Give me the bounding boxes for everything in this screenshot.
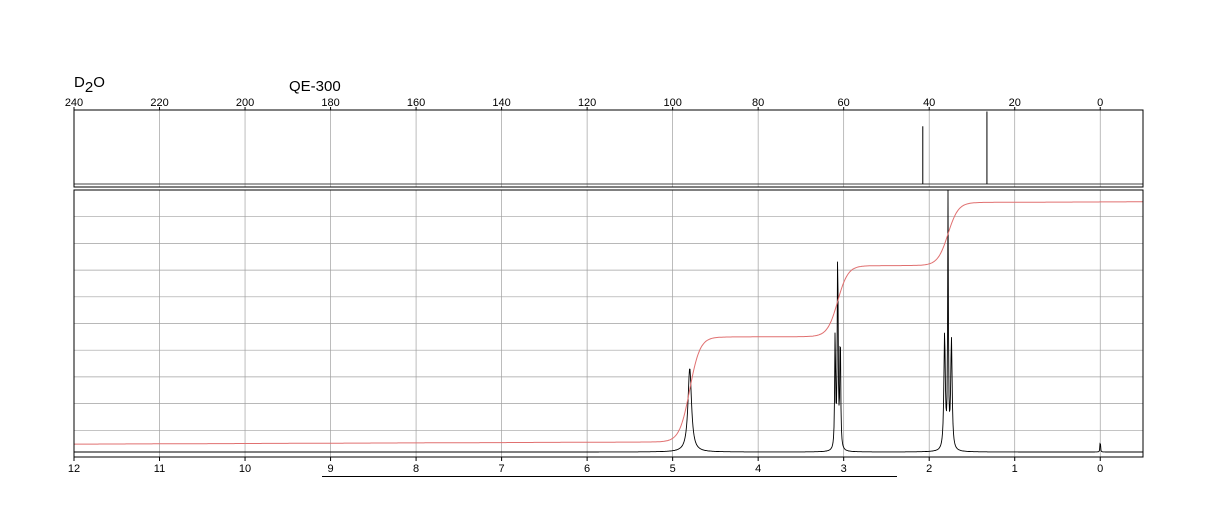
top-tick-label: 100 bbox=[663, 97, 681, 109]
bottom-tick-label: 1 bbox=[1012, 463, 1018, 475]
top-tick-label: 160 bbox=[407, 97, 425, 109]
top-tick-label: 140 bbox=[492, 97, 510, 109]
top-tick-label: 0 bbox=[1097, 97, 1103, 109]
bottom-tick-label: 12 bbox=[68, 463, 80, 475]
top-tick-label: 240 bbox=[65, 97, 83, 109]
bottom-tick-label: 9 bbox=[327, 463, 333, 475]
top-tick-label: 180 bbox=[321, 97, 339, 109]
top-tick-label: 200 bbox=[236, 97, 254, 109]
integral-curve bbox=[74, 201, 1143, 445]
bottom-tick-label: 7 bbox=[499, 463, 505, 475]
top-tick-label: 220 bbox=[150, 97, 168, 109]
bottom-rule bbox=[322, 476, 897, 477]
bottom-tick-label: 2 bbox=[926, 463, 932, 475]
bottom-tick-label: 6 bbox=[584, 463, 590, 475]
proton-spectrum-trace bbox=[74, 190, 1143, 453]
bottom-tick-label: 8 bbox=[413, 463, 419, 475]
top-tick-label: 120 bbox=[578, 97, 596, 109]
top-tick-label: 60 bbox=[838, 97, 850, 109]
bottom-tick-label: 5 bbox=[670, 463, 676, 475]
top-tick-label: 20 bbox=[1009, 97, 1021, 109]
bottom-tick-label: 0 bbox=[1097, 463, 1103, 475]
nmr-spectrum-chart: 240 220 200 180 160 140 120 100 80 60 40 20 012 11 10 9… bbox=[65, 97, 1144, 475]
bottom-tick-label: 11 bbox=[154, 463, 165, 475]
bottom-tick-label: 4 bbox=[755, 463, 761, 475]
top-panel-frame bbox=[73, 109, 1144, 188]
bottom-tick-label: 3 bbox=[841, 463, 847, 475]
bottom-tick-label: 10 bbox=[239, 463, 251, 475]
top-tick-label: 40 bbox=[923, 97, 935, 109]
top-tick-label: 80 bbox=[752, 97, 764, 109]
